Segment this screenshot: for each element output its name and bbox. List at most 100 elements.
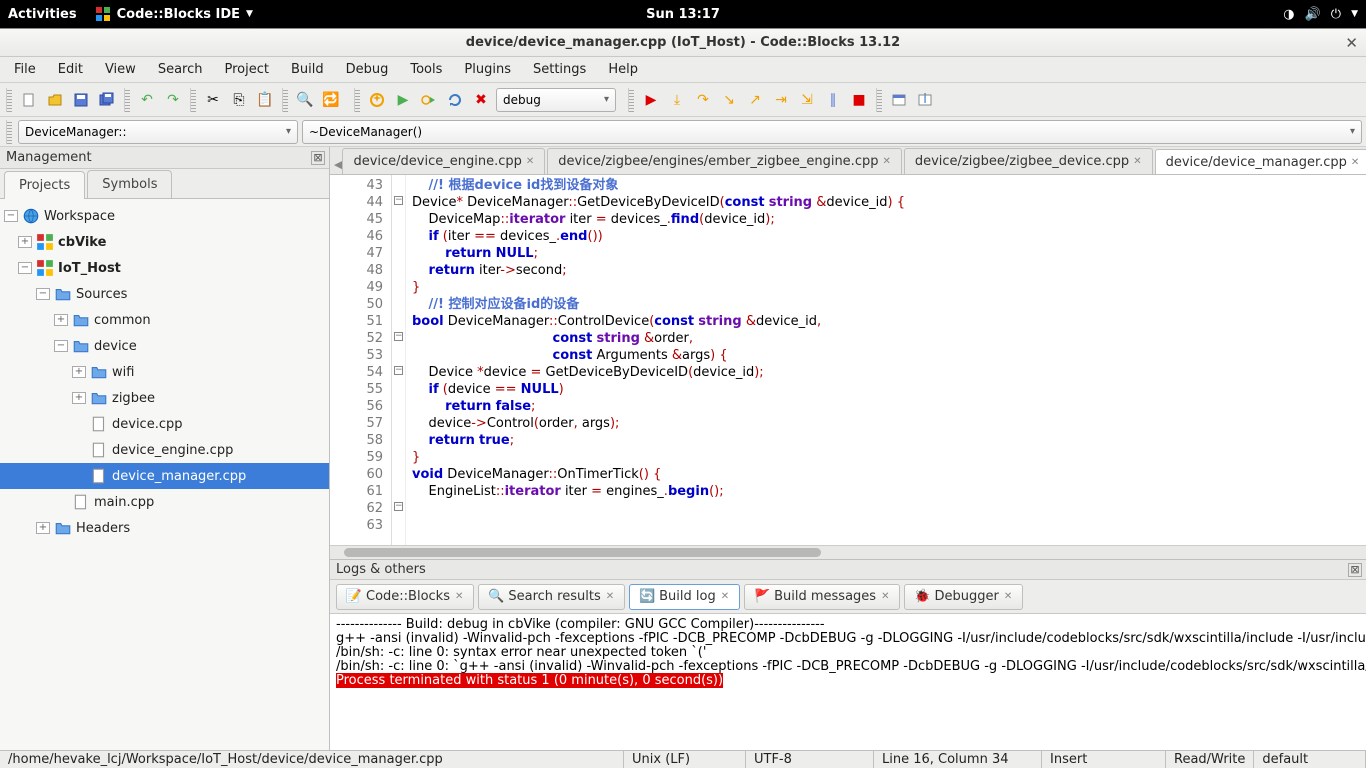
menu-file[interactable]: File — [4, 59, 46, 80]
toolbar-grip[interactable] — [876, 88, 882, 112]
save-all-button[interactable] — [96, 89, 118, 111]
tree-folder-headers[interactable]: +Headers — [0, 515, 329, 541]
replace-button[interactable]: 🔁 — [320, 89, 342, 111]
tree-file-device-engine-cpp[interactable]: +device_engine.cpp — [0, 437, 329, 463]
paste-button[interactable]: 📋 — [254, 89, 276, 111]
build-log-output[interactable]: -------------- Build: debug in cbVike (c… — [330, 614, 1366, 750]
management-panel: Management ⊠ ProjectsSymbols −Workspace+… — [0, 147, 330, 750]
activities-button[interactable]: Activities — [8, 7, 77, 22]
editor-tab[interactable]: device/device_engine.cpp ✕ — [342, 148, 545, 174]
menu-settings[interactable]: Settings — [523, 59, 596, 80]
log-tab-build-log[interactable]: 🔄Build log ✕ — [629, 584, 740, 610]
run-button[interactable]: ▶ — [392, 89, 414, 111]
next-line-button[interactable]: ↷ — [692, 89, 714, 111]
close-button[interactable]: ✕ — [1345, 34, 1358, 52]
toolbar-grip[interactable] — [6, 120, 12, 144]
editor-tab[interactable]: device/zigbee/zigbee_device.cpp ✕ — [904, 148, 1153, 174]
editor-tab[interactable]: device/device_manager.cpp ✕ — [1155, 149, 1366, 175]
tab-close-icon[interactable]: ✕ — [881, 591, 889, 602]
log-tab-debugger[interactable]: 🐞Debugger ✕ — [904, 584, 1023, 610]
debug-windows-button[interactable] — [888, 89, 910, 111]
toolbar-grip[interactable] — [124, 88, 130, 112]
menu-view[interactable]: View — [95, 59, 146, 80]
tree-folder-device[interactable]: −device — [0, 333, 329, 359]
log-tab-code::blocks[interactable]: 📝Code::Blocks ✕ — [336, 584, 474, 610]
tree-project-cbvike[interactable]: +cbVike — [0, 229, 329, 255]
run-to-cursor-button[interactable]: ⤓ — [666, 89, 688, 111]
tab-close-icon[interactable]: ✕ — [1133, 156, 1141, 167]
clock[interactable]: Sun 13:17 — [646, 7, 720, 22]
break-button[interactable]: ∥ — [822, 89, 844, 111]
tab-close-icon[interactable]: ✕ — [455, 591, 463, 602]
menu-project[interactable]: Project — [214, 59, 278, 80]
code-editor[interactable]: 4344454647484950515253545556575859606162… — [330, 175, 1366, 545]
step-into-instr-button[interactable]: ⇲ — [796, 89, 818, 111]
undo-button[interactable]: ↶ — [136, 89, 158, 111]
tab-close-icon[interactable]: ✕ — [882, 156, 890, 167]
logs-close-button[interactable]: ⊠ — [1348, 563, 1362, 577]
cut-button[interactable]: ✂ — [202, 89, 224, 111]
save-button[interactable] — [70, 89, 92, 111]
tab-close-icon[interactable]: ✕ — [606, 591, 614, 602]
stop-debug-button[interactable]: ■ — [848, 89, 870, 111]
abort-button[interactable]: ✖ — [470, 89, 492, 111]
open-button[interactable] — [44, 89, 66, 111]
log-tab-search-results[interactable]: 🔍Search results ✕ — [478, 584, 625, 610]
menu-edit[interactable]: Edit — [48, 59, 93, 80]
mgmt-tab-symbols[interactable]: Symbols — [87, 170, 172, 198]
new-file-button[interactable] — [18, 89, 40, 111]
log-tab-build-messages[interactable]: 🚩Build messages ✕ — [744, 584, 900, 610]
menu-debug[interactable]: Debug — [336, 59, 399, 80]
toolbar-grip[interactable] — [628, 88, 634, 112]
find-button[interactable]: 🔍 — [294, 89, 316, 111]
fold-column[interactable]: −−−− — [392, 175, 406, 545]
debug-start-button[interactable]: ▶ — [640, 89, 662, 111]
menu-plugins[interactable]: Plugins — [454, 59, 521, 80]
titlebar[interactable]: device/device_manager.cpp (IoT_Host) - C… — [0, 29, 1366, 57]
tab-close-icon[interactable]: ✕ — [526, 156, 534, 167]
scope-class-select[interactable]: DeviceManager:: — [18, 120, 298, 144]
menu-search[interactable]: Search — [148, 59, 213, 80]
tab-close-icon[interactable]: ✕ — [1004, 591, 1012, 602]
code-area[interactable]: //! 根据device id找到设备对象Device* DeviceManag… — [406, 175, 1366, 545]
editor-tab[interactable]: device/zigbee/engines/ember_zigbee_engin… — [547, 148, 902, 174]
tree-folder-sources[interactable]: −Sources — [0, 281, 329, 307]
info-button[interactable]: i — [914, 89, 936, 111]
tree-folder-common[interactable]: +common — [0, 307, 329, 333]
build-run-button[interactable] — [418, 89, 440, 111]
app-menu[interactable]: Code::Blocks IDE ▼ — [95, 6, 253, 22]
toolbar-grip[interactable] — [354, 88, 360, 112]
toolbar-grip[interactable] — [6, 88, 12, 112]
redo-button[interactable]: ↷ — [162, 89, 184, 111]
step-into-button[interactable]: ↘ — [718, 89, 740, 111]
tree-folder-zigbee[interactable]: +zigbee — [0, 385, 329, 411]
power-icon[interactable]: ⏻ — [1331, 7, 1341, 22]
menu-tools[interactable]: Tools — [400, 59, 452, 80]
build-target-select[interactable]: debug — [496, 88, 616, 112]
scope-func-select[interactable]: ~DeviceManager() — [302, 120, 1362, 144]
tree-file-main-cpp[interactable]: +main.cpp — [0, 489, 329, 515]
toolbar-grip[interactable] — [190, 88, 196, 112]
mgmt-tab-projects[interactable]: Projects — [4, 171, 85, 199]
rebuild-button[interactable] — [444, 89, 466, 111]
tree-file-device-cpp[interactable]: +device.cpp — [0, 411, 329, 437]
tab-close-icon[interactable]: ✕ — [1351, 157, 1359, 168]
step-out-button[interactable]: ↗ — [744, 89, 766, 111]
toolbar-grip[interactable] — [282, 88, 288, 112]
editor-hscrollbar[interactable] — [330, 545, 1366, 559]
copy-button[interactable]: ⎘ — [228, 89, 250, 111]
tree-file-device-manager-cpp[interactable]: +device_manager.cpp — [0, 463, 329, 489]
next-instr-button[interactable]: ⇥ — [770, 89, 792, 111]
tab-scroll-left[interactable]: ◀ — [334, 154, 342, 174]
tree-folder-wifi[interactable]: +wifi — [0, 359, 329, 385]
build-button[interactable] — [366, 89, 388, 111]
volume-icon[interactable]: 🔊 — [1305, 7, 1321, 22]
tab-close-icon[interactable]: ✕ — [721, 591, 729, 602]
menu-build[interactable]: Build — [281, 59, 334, 80]
menu-help[interactable]: Help — [598, 59, 648, 80]
project-tree[interactable]: −Workspace+cbVike−IoT_Host−Sources+commo… — [0, 199, 329, 750]
management-close-button[interactable]: ⊠ — [311, 151, 325, 165]
tree-workspace[interactable]: −Workspace — [0, 203, 329, 229]
accessibility-icon[interactable]: ◑ — [1283, 7, 1294, 22]
tree-project-iothost[interactable]: −IoT_Host — [0, 255, 329, 281]
